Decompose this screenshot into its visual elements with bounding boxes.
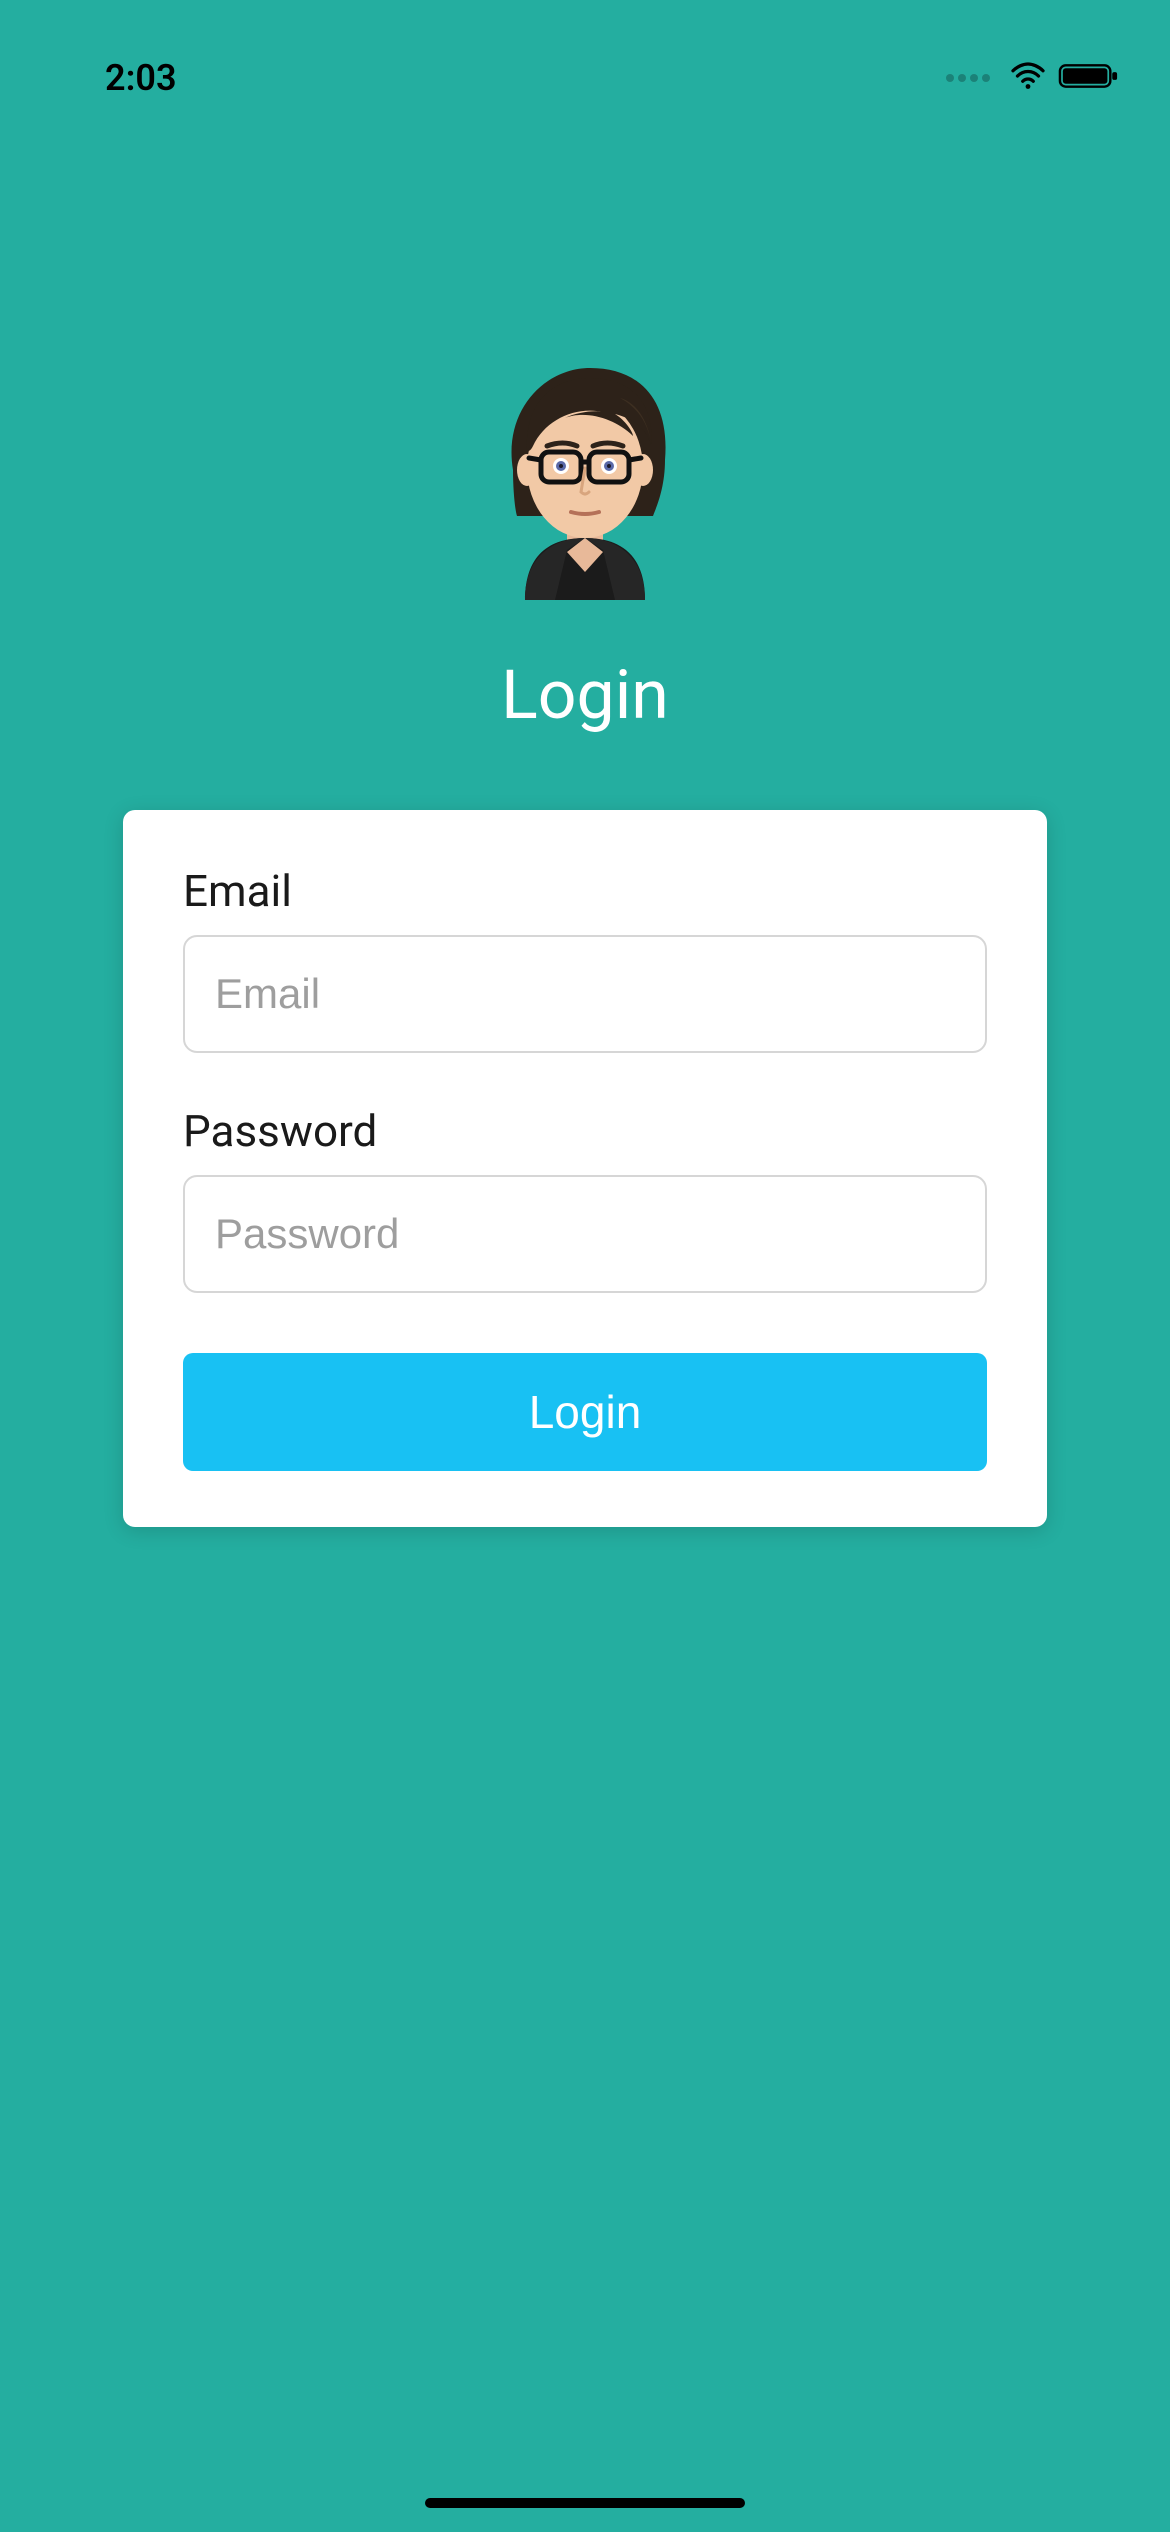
status-time: 2:03: [105, 57, 177, 99]
email-field[interactable]: [183, 935, 987, 1053]
login-screen: Login Email Password Login: [0, 0, 1170, 1527]
login-card: Email Password Login: [123, 810, 1047, 1527]
login-button[interactable]: Login: [183, 1353, 987, 1471]
password-field[interactable]: [183, 1175, 987, 1293]
home-indicator[interactable]: [425, 2498, 745, 2508]
page-title: Login: [501, 655, 669, 735]
avatar: [455, 340, 715, 600]
password-label: Password: [183, 1105, 987, 1157]
email-group: Email: [183, 865, 987, 1053]
status-bar: 2:03: [0, 0, 1170, 120]
wifi-icon: [1010, 58, 1046, 98]
cellular-dots-icon: [946, 74, 990, 82]
email-label: Email: [183, 865, 987, 917]
password-group: Password: [183, 1105, 987, 1293]
battery-icon: [1058, 61, 1120, 95]
status-icons: [946, 58, 1120, 98]
